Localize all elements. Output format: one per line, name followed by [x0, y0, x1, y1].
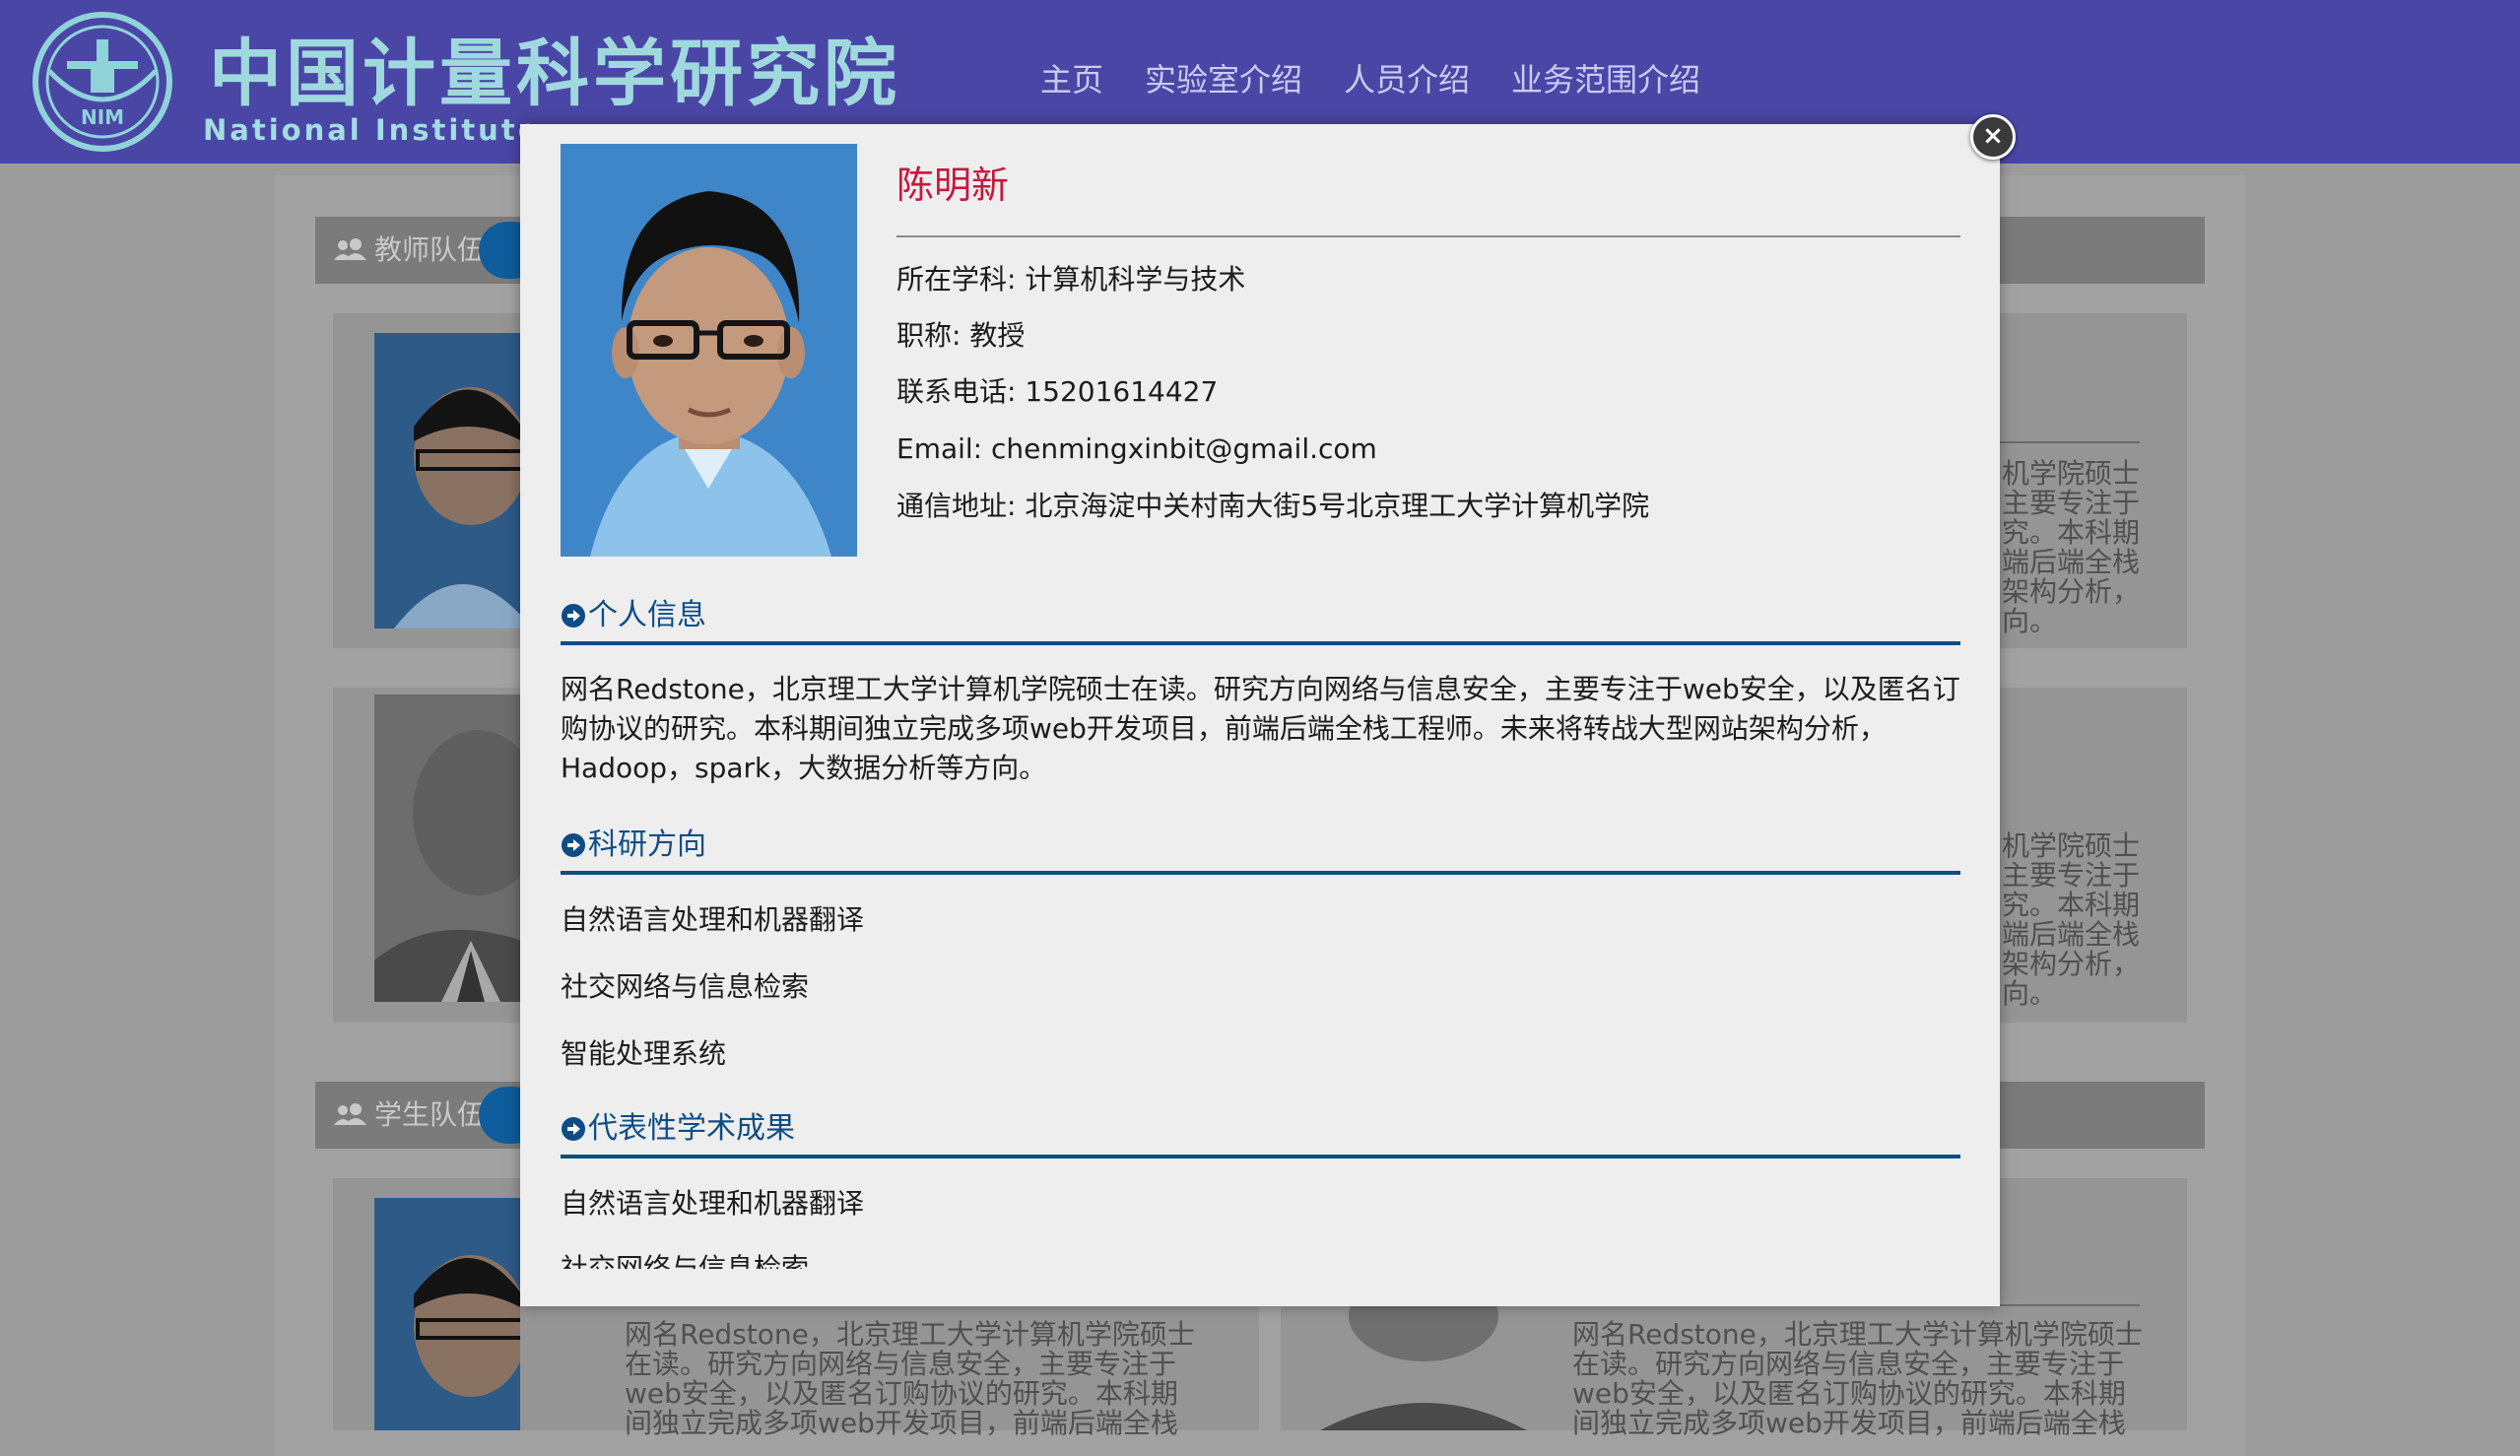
research-item: 社交网络与信息检索: [561, 970, 810, 1003]
arrow-circle-right-icon: [562, 1117, 585, 1141]
nav-home[interactable]: 主页: [1040, 57, 1103, 102]
card-summary: 网名Redstone，北京理工大学计算机学院硕士 在读。研究方向网络与信息安全，…: [625, 1318, 1195, 1439]
research-item: 智能处理系统: [561, 1037, 727, 1070]
achievement-item: 自然语言处理和机器翻译: [561, 1187, 865, 1220]
profile-phone: 联系电话: 15201614427: [896, 375, 1219, 408]
card-summary: 机学院硕士 主要专注于 究。本科期 端后端全栈 架构分析， 向。: [2002, 457, 2141, 637]
section-heading-label: 代表性学术成果: [588, 1111, 795, 1146]
modal-scroll-clip: 社交网络与信息检索: [561, 1249, 1960, 1269]
achievement-item: 社交网络与信息检索: [561, 1252, 810, 1269]
profile-discipline: 所在学科: 计算机科学与技术: [896, 263, 1246, 296]
nim-logo-icon[interactable]: NIM: [28, 10, 177, 154]
students-section-title: 学生队伍: [374, 1098, 486, 1131]
main-nav: 主页 实验室介绍 人员介绍 业务范围介绍: [1040, 57, 1700, 102]
nav-labs[interactable]: 实验室介绍: [1145, 57, 1302, 102]
profile-name: 陈明新: [896, 164, 1010, 207]
research-heading: 科研方向: [561, 822, 1960, 875]
profile-email[interactable]: Email: chenmingxinbit@gmail.com: [896, 430, 1377, 469]
student-photo: [374, 1198, 520, 1430]
card-summary: 网名Redstone，北京理工大学计算机学院硕士 在读。研究方向网络与信息安全，…: [1572, 1318, 2143, 1439]
research-item: 自然语言处理和机器翻译: [561, 903, 865, 936]
profile-bio: 网名Redstone，北京理工大学计算机学院硕士在读。研究方向网络与信息安全，主…: [561, 673, 1960, 784]
placeholder-avatar: [1310, 1306, 1537, 1430]
placeholder-avatar: [374, 695, 520, 1002]
name-divider: [896, 235, 1960, 237]
profile-title: 职称: 教授: [896, 319, 1026, 352]
section-heading-label: 个人信息: [588, 598, 706, 632]
teacher-photo: [374, 333, 520, 629]
arrow-circle-right-icon: [562, 833, 585, 857]
users-icon: [334, 238, 366, 260]
achievements-heading: 代表性学术成果: [561, 1105, 1960, 1158]
profile-photo: [561, 144, 857, 557]
section-heading-label: 科研方向: [588, 827, 706, 862]
svg-text:NIM: NIM: [81, 105, 124, 129]
users-icon: [334, 1103, 366, 1125]
card-divider: [2000, 441, 2140, 443]
teachers-section-title: 教师队伍: [374, 233, 486, 266]
card-summary: 机学院硕士 主要专注于 究。本科期 端后端全栈 架构分析， 向。: [2002, 829, 2141, 1010]
nav-people[interactable]: 人员介绍: [1344, 57, 1470, 102]
arrow-circle-right-icon: [562, 604, 585, 628]
close-icon[interactable]: ×: [1970, 114, 2016, 160]
nav-business[interactable]: 业务范围介绍: [1511, 57, 1700, 102]
site-subtitle: National Institute: [203, 113, 541, 147]
profile-address: 通信地址: 北京海淀中关村南大街5号北京理工大学计算机学院: [896, 490, 1650, 522]
personal-info-heading: 个人信息: [561, 592, 1960, 645]
site-title: 中国计量科学研究院: [209, 32, 900, 116]
